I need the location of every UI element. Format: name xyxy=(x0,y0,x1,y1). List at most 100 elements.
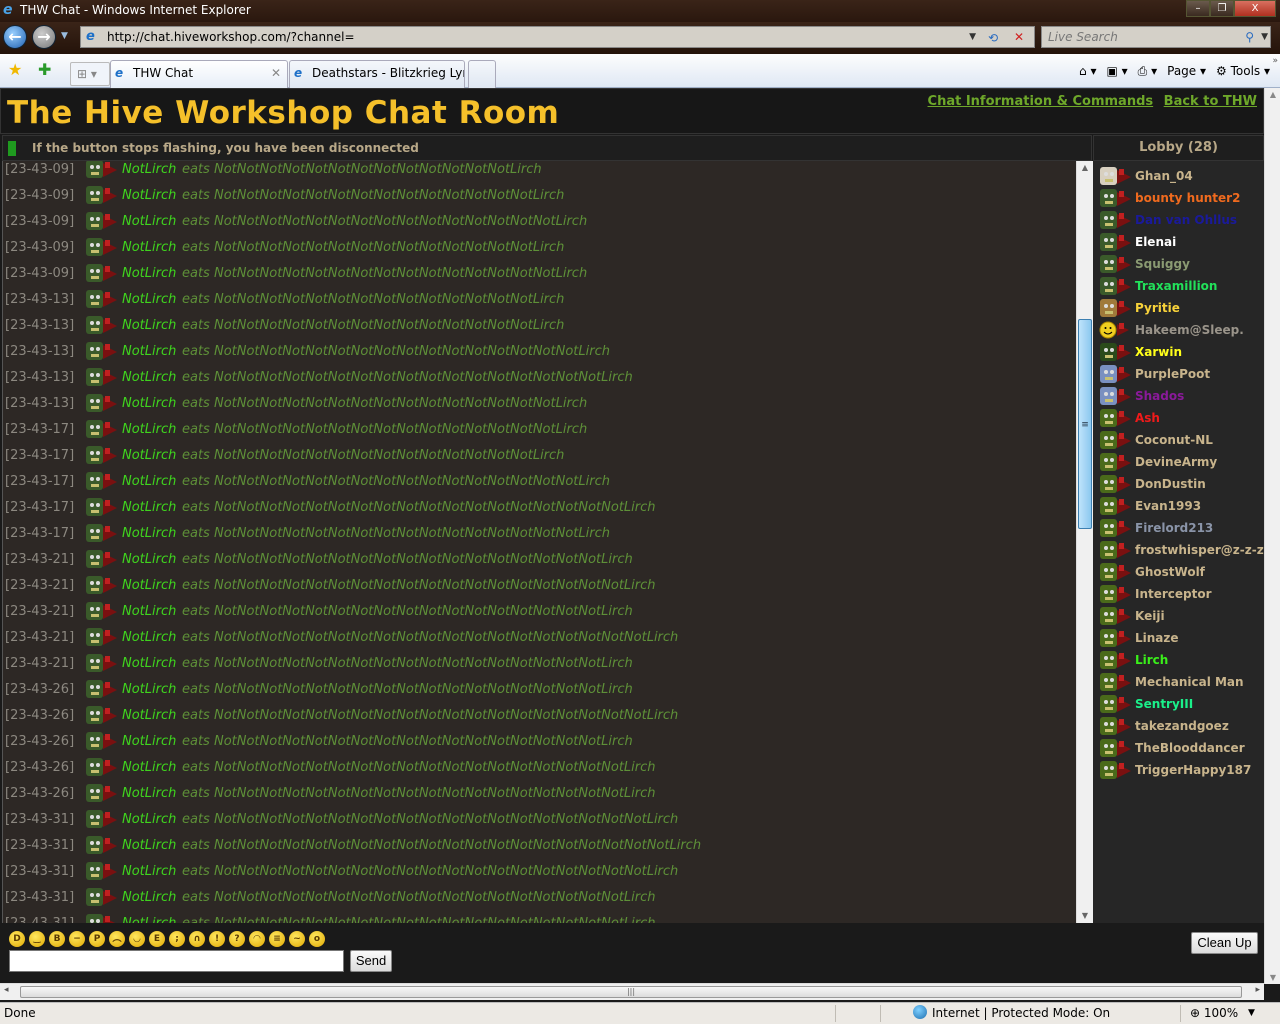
lobby-username[interactable]: Squiggy xyxy=(1135,253,1190,275)
connection-indicator[interactable] xyxy=(8,141,16,156)
horizontal-scroll-thumb[interactable]: ||| xyxy=(20,986,1242,998)
quick-tabs-button[interactable]: ⊞ ▾ xyxy=(70,62,110,86)
lobby-user[interactable]: Shados xyxy=(1093,385,1264,407)
message-input[interactable] xyxy=(9,950,344,972)
smiley-eek-icon[interactable]: o xyxy=(309,931,325,947)
page-scrollbar[interactable]: ▲ ▼ xyxy=(1264,88,1280,984)
tab-deathstars[interactable]: e Deathstars - Blitzkrieg Lyri... xyxy=(289,60,465,88)
scroll-up-icon[interactable]: ▲ xyxy=(1077,161,1093,175)
smiley-cool-icon[interactable]: B xyxy=(49,931,65,947)
message-username[interactable]: NotLirch xyxy=(122,604,176,620)
refresh-icon[interactable]: ⟲ xyxy=(982,28,1004,46)
lobby-username[interactable]: Hakeem@Sleep. xyxy=(1135,319,1244,341)
message-username[interactable]: NotLirch xyxy=(122,188,176,204)
lobby-username[interactable]: Shados xyxy=(1135,385,1184,407)
message-username[interactable]: NotLirch xyxy=(122,448,176,464)
lobby-user[interactable]: SentryIII xyxy=(1093,693,1264,715)
message-username[interactable]: NotLirch xyxy=(122,396,176,412)
lobby-user[interactable]: Linaze xyxy=(1093,627,1264,649)
search-placeholder[interactable]: Live Search xyxy=(1048,30,1118,44)
message-username[interactable]: NotLirch xyxy=(122,578,176,594)
lobby-username[interactable]: bounty hunter2 xyxy=(1135,187,1240,209)
message-username[interactable]: NotLirch xyxy=(122,656,176,672)
lobby-user[interactable]: takezandgoez xyxy=(1093,715,1264,737)
lobby-username[interactable]: GhostWolf xyxy=(1135,561,1205,583)
message-username[interactable]: NotLirch xyxy=(122,890,176,906)
lobby-user[interactable]: Pyritie xyxy=(1093,297,1264,319)
message-username[interactable]: NotLirch xyxy=(122,474,176,490)
smiley-sad-icon[interactable]: ︵ xyxy=(109,931,125,947)
message-username[interactable]: NotLirch xyxy=(122,838,176,854)
lobby-user[interactable]: Squiggy xyxy=(1093,253,1264,275)
lobby-username[interactable]: Traxamillion xyxy=(1135,275,1217,297)
back-button[interactable]: ← xyxy=(3,25,27,49)
forward-button[interactable]: → xyxy=(32,25,56,49)
smiley-laugh-icon[interactable]: ◠ xyxy=(249,931,265,947)
lobby-username[interactable]: Lirch xyxy=(1135,649,1168,671)
scroll-down-icon[interactable]: ▼ xyxy=(1077,909,1093,923)
security-zone[interactable]: Internet | Protected Mode: On xyxy=(913,1003,1110,1023)
smiley-grin-icon[interactable]: D xyxy=(9,931,25,947)
scroll-right-icon[interactable]: ▸ xyxy=(1255,985,1260,995)
lobby-username[interactable]: Keiji xyxy=(1135,605,1165,627)
address-dropdown-icon[interactable]: ▼ xyxy=(969,27,976,47)
lobby-username[interactable]: PurplePoot xyxy=(1135,363,1210,385)
lobby-user[interactable]: Keiji xyxy=(1093,605,1264,627)
address-url[interactable]: http://chat.hiveworkshop.com/?channel= xyxy=(107,30,355,44)
minimize-button[interactable]: – xyxy=(1186,0,1210,17)
smiley-smile-icon[interactable]: ‿ xyxy=(29,931,45,947)
lobby-username[interactable]: Coconut-NL xyxy=(1135,429,1213,451)
search-icon[interactable]: ⚲ xyxy=(1245,27,1254,47)
add-favorite-icon[interactable]: ✚ xyxy=(38,62,51,78)
smiley-tongue-icon[interactable]: P xyxy=(89,931,105,947)
close-window-button[interactable]: X xyxy=(1234,0,1276,17)
lobby-user[interactable]: Coconut-NL xyxy=(1093,429,1264,451)
message-username[interactable]: NotLirch xyxy=(122,552,176,568)
smiley-angry-icon[interactable]: ≡ xyxy=(269,931,285,947)
smiley-frown-icon[interactable]: ∩ xyxy=(189,931,205,947)
lobby-username[interactable]: Xarwin xyxy=(1135,341,1182,363)
message-username[interactable]: NotLirch xyxy=(122,760,176,776)
lobby-user[interactable]: TheBlooddancer xyxy=(1093,737,1264,759)
message-username[interactable]: NotLirch xyxy=(122,318,176,334)
lobby-user[interactable]: Lirch xyxy=(1093,649,1264,671)
message-username[interactable]: NotLirch xyxy=(122,630,176,646)
zoom-level[interactable]: ⊕ 100% xyxy=(1190,1003,1238,1023)
lobby-username[interactable]: Ash xyxy=(1135,407,1160,429)
message-username[interactable]: NotLirch xyxy=(122,370,176,386)
lobby-username[interactable]: takezandgoez xyxy=(1135,715,1229,737)
stop-icon[interactable]: ✕ xyxy=(1008,27,1030,45)
lobby-username[interactable]: DonDustin xyxy=(1135,473,1206,495)
lobby-username[interactable]: TheBlooddancer xyxy=(1135,737,1245,759)
message-username[interactable]: NotLirch xyxy=(122,422,176,438)
search-box[interactable]: Live Search ⚲ ▼ xyxy=(1041,26,1271,48)
message-username[interactable]: NotLirch xyxy=(122,266,176,282)
lobby-user[interactable]: DonDustin xyxy=(1093,473,1264,495)
scroll-left-icon[interactable]: ◂ xyxy=(4,985,9,995)
message-username[interactable]: NotLirch xyxy=(122,682,176,698)
smiley-wink-icon[interactable]: ; xyxy=(169,931,185,947)
lobby-username[interactable]: SentryIII xyxy=(1135,693,1193,715)
message-username[interactable]: NotLirch xyxy=(122,916,176,923)
send-button[interactable]: Send xyxy=(350,950,392,972)
lobby-user[interactable]: Firelord213 xyxy=(1093,517,1264,539)
smiley-neutral-icon[interactable]: − xyxy=(69,931,85,947)
lobby-user[interactable]: Ash xyxy=(1093,407,1264,429)
lobby-user[interactable]: Ghan_04 xyxy=(1093,165,1264,187)
message-username[interactable]: NotLirch xyxy=(122,500,176,516)
search-dropdown-icon[interactable]: ▼ xyxy=(1261,27,1268,47)
clean-up-button[interactable]: Clean Up xyxy=(1191,932,1258,954)
smiley-exclaim-icon[interactable]: ! xyxy=(209,931,225,947)
message-username[interactable]: NotLirch xyxy=(122,526,176,542)
lobby-username[interactable]: TriggerHappy187 xyxy=(1135,759,1251,781)
message-username[interactable]: NotLirch xyxy=(122,786,176,802)
lobby-username[interactable]: Linaze xyxy=(1135,627,1179,649)
tab-close-icon[interactable]: ✕ xyxy=(271,61,281,85)
message-username[interactable]: NotLirch xyxy=(122,344,176,360)
lobby-user[interactable]: PurplePoot xyxy=(1093,363,1264,385)
lobby-username[interactable]: DevineArmy xyxy=(1135,451,1217,473)
address-bar[interactable]: e http://chat.hiveworkshop.com/?channel=… xyxy=(80,26,1035,48)
chat-info-link[interactable]: Chat Information & Commands xyxy=(928,94,1154,109)
lobby-username[interactable]: Firelord213 xyxy=(1135,517,1213,539)
lobby-user[interactable]: Interceptor xyxy=(1093,583,1264,605)
